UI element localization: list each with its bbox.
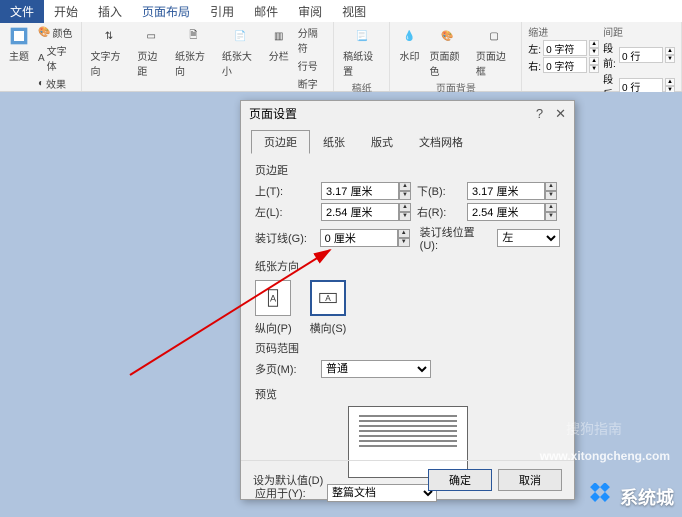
tab-review[interactable]: 审阅	[288, 0, 332, 23]
indent-left-input[interactable]	[543, 40, 587, 56]
watermark-button[interactable]: 💧水印	[396, 24, 422, 65]
url-watermark: www.xitongcheng.com	[540, 449, 670, 463]
margins-section-label: 页边距	[255, 162, 560, 178]
ribbon: 主题 🎨颜色 A文字体 ◐效果 主题 ⇅文字方向 ▭页边距 🗎纸张方向 📄纸张大…	[0, 22, 682, 92]
columns-button[interactable]: ▥分栏	[266, 24, 292, 65]
spacing-before[interactable]: 段前:▲▼	[603, 40, 675, 70]
tab-references[interactable]: 引用	[200, 0, 244, 23]
group-paper: 📃稿纸设置 稿纸	[334, 22, 390, 91]
group-theme: 主题 🎨颜色 A文字体 ◐效果 主题	[0, 22, 82, 91]
dtab-paper[interactable]: 纸张	[310, 130, 358, 154]
pages-section-label: 页码范围	[255, 340, 560, 356]
svg-text:A: A	[270, 294, 277, 304]
gutter-pos-select[interactable]: 左	[497, 229, 560, 247]
bottom-label: 下(B):	[417, 183, 461, 199]
watermark-icon: 💧	[399, 26, 419, 46]
orientation-icon: 🗎	[183, 26, 203, 46]
group-page-setup: ⇅文字方向 ▭页边距 🗎纸张方向 📄纸张大小 ▥分栏 分隔符 行号 断字 页面设…	[82, 22, 335, 91]
columns-icon: ▥	[269, 26, 289, 46]
top-input[interactable]	[321, 182, 399, 200]
tab-file[interactable]: 文件	[0, 0, 44, 23]
themes-button[interactable]: 主题	[6, 24, 32, 65]
indent-header: 缩进	[528, 24, 599, 39]
page-border-icon: ▢	[484, 26, 504, 46]
sogou-watermark: 搜狗指南	[566, 419, 622, 439]
paper-settings-button[interactable]: 📃稿纸设置	[340, 24, 383, 80]
dialog-footer: 设为默认值(D) 确定 取消	[241, 460, 574, 499]
multi-label: 多页(M):	[255, 361, 315, 377]
svg-text:A: A	[325, 294, 331, 303]
breaks-button[interactable]: 分隔符	[296, 24, 327, 56]
size-button[interactable]: 📄纸张大小	[219, 24, 262, 80]
landscape-option[interactable]: A 横向(S)	[310, 280, 347, 336]
brand-logo-icon	[586, 483, 614, 511]
multi-select[interactable]: 普通	[321, 360, 431, 378]
page-setup-dialog: 页面设置 ? ✕ 页边距 纸张 版式 文档网格 页边距 上(T): ▲▼ 下(B…	[240, 100, 575, 500]
ribbon-tabs: 文件 开始 插入 页面布局 引用 邮件 审阅 视图	[0, 0, 682, 22]
cancel-button[interactable]: 取消	[498, 469, 562, 491]
tab-mailings[interactable]: 邮件	[244, 0, 288, 23]
indent-left[interactable]: 左:▲▼	[528, 40, 599, 56]
right-label: 右(R):	[417, 204, 461, 220]
margins-icon: ▭	[141, 26, 161, 46]
paper-icon: 📃	[352, 26, 372, 46]
spacing-header: 间距	[603, 24, 675, 39]
spin-down-icon[interactable]: ▼	[589, 48, 599, 56]
page-color-icon: 🎨	[438, 26, 458, 46]
tab-view[interactable]: 视图	[332, 0, 376, 23]
gutter-input[interactable]	[320, 229, 398, 247]
page-border-button[interactable]: ▢页面边框	[473, 24, 515, 80]
preview-section-label: 预览	[255, 386, 560, 402]
group-page-bg: 💧水印 🎨页面颜色 ▢页面边框 页面背景	[390, 22, 522, 91]
indent-right-input[interactable]	[543, 57, 587, 73]
orient-section-label: 纸张方向	[255, 258, 560, 274]
theme-colors[interactable]: 🎨颜色	[36, 24, 75, 41]
close-button[interactable]: ✕	[555, 106, 566, 122]
right-input[interactable]	[467, 203, 545, 221]
font-icon: A	[38, 53, 45, 64]
dialog-tabs: 页边距 纸张 版式 文档网格	[241, 126, 574, 154]
themes-label: 主题	[9, 48, 29, 63]
hyphenation-button[interactable]: 断字	[296, 75, 327, 92]
top-label: 上(T):	[255, 183, 315, 199]
theme-effects[interactable]: ◐效果	[36, 75, 75, 92]
left-input[interactable]	[321, 203, 399, 221]
orientation-button[interactable]: 🗎纸张方向	[172, 24, 215, 80]
dtab-grid[interactable]: 文档网格	[406, 130, 476, 154]
indent-right[interactable]: 右:▲▼	[528, 57, 599, 73]
bottom-input[interactable]	[467, 182, 545, 200]
help-button[interactable]: ?	[536, 106, 543, 122]
page-color-button[interactable]: 🎨页面颜色	[426, 24, 468, 80]
brand-watermark: 系统城	[586, 483, 674, 511]
spacing-before-input[interactable]	[619, 47, 663, 63]
text-direction-button[interactable]: ⇅文字方向	[88, 24, 131, 80]
group-paragraph: 缩进 左:▲▼ 右:▲▼ 间距 段前:▲▼ 段后:▲▼ 段落	[522, 22, 682, 91]
tab-insert[interactable]: 插入	[88, 0, 132, 23]
set-default-button[interactable]: 设为默认值(D)	[253, 472, 323, 488]
spin-up-icon[interactable]: ▲	[589, 40, 599, 48]
effects-icon: ◐	[38, 78, 44, 89]
gutter-label: 装订线(G):	[255, 230, 314, 246]
margins-button[interactable]: ▭页边距	[134, 24, 168, 80]
gutter-pos-label: 装订线位置(U):	[420, 224, 492, 252]
size-icon: 📄	[230, 26, 250, 46]
portrait-option[interactable]: A 纵向(P)	[255, 280, 292, 336]
themes-icon	[9, 26, 29, 46]
tab-home[interactable]: 开始	[44, 0, 88, 23]
theme-fonts[interactable]: A文字体	[36, 42, 75, 74]
left-label: 左(L):	[255, 204, 315, 220]
tab-layout[interactable]: 页面布局	[132, 0, 200, 23]
text-direction-icon: ⇅	[99, 26, 119, 46]
colors-icon: 🎨	[38, 27, 50, 38]
ok-button[interactable]: 确定	[428, 469, 492, 491]
line-numbers-button[interactable]: 行号	[296, 57, 327, 74]
dialog-titlebar: 页面设置 ? ✕	[241, 101, 574, 126]
dtab-layout[interactable]: 版式	[358, 130, 406, 154]
dialog-title: 页面设置	[249, 105, 297, 122]
dtab-margins[interactable]: 页边距	[251, 130, 310, 154]
